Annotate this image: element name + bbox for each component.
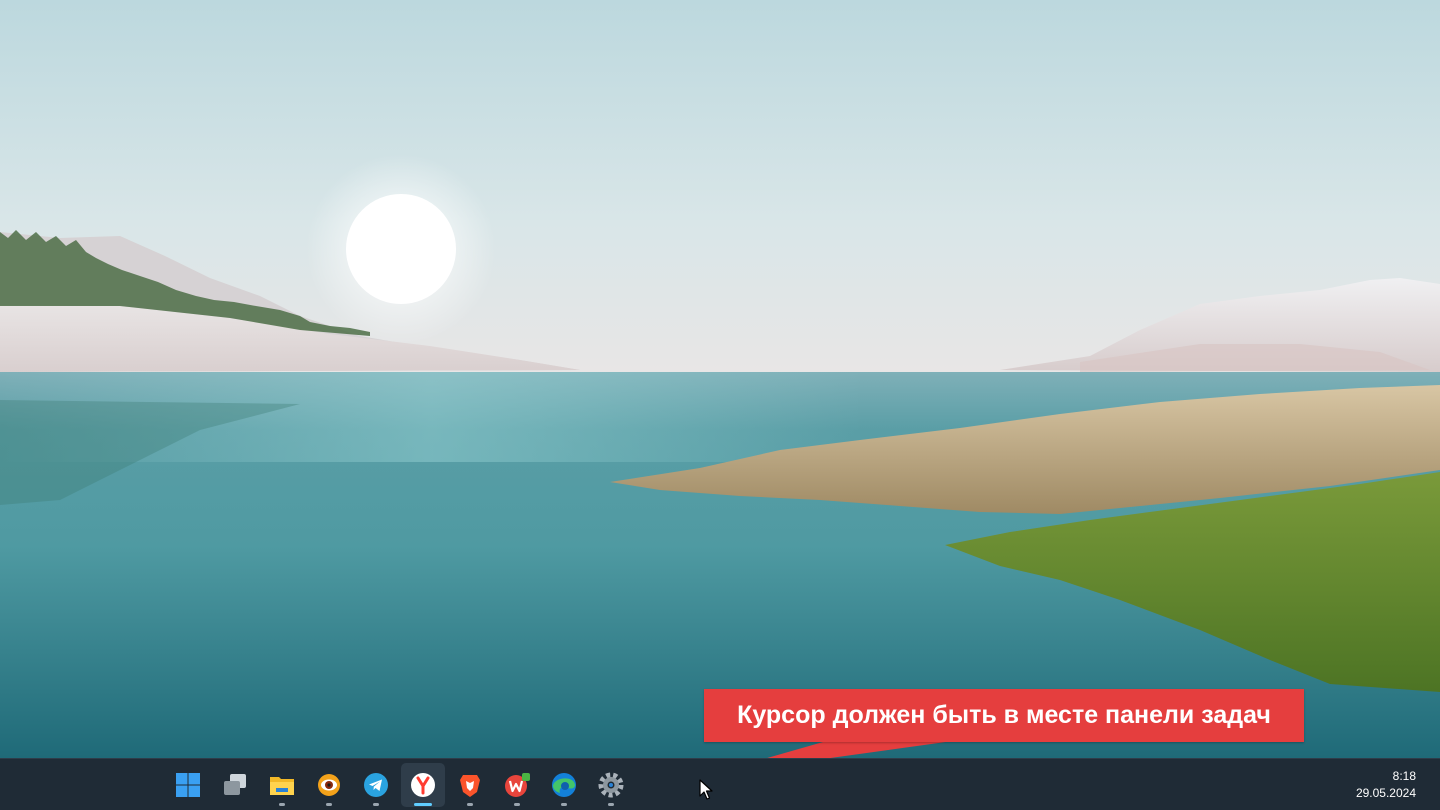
- wps-office-icon: [504, 773, 530, 797]
- task-view-button[interactable]: [213, 763, 257, 807]
- running-indicator: [607, 803, 614, 806]
- desktop[interactable]: [0, 0, 1440, 758]
- taskbar-app-xnview[interactable]: [307, 763, 351, 807]
- folder-icon: [269, 777, 294, 795]
- taskbar-apps: [164, 759, 634, 810]
- mouse-pointer-icon: [699, 779, 713, 800]
- system-clock[interactable]: 8:18 29.05.2024: [1336, 768, 1416, 802]
- clock-date: 29.05.2024: [1355, 786, 1416, 800]
- taskbar-app-settings[interactable]: [589, 763, 633, 807]
- yandex-browser-icon: [410, 773, 435, 797]
- running-indicator: [466, 803, 473, 806]
- taskbar-app-wps-office[interactable]: [495, 763, 539, 807]
- windows-start-icon: [175, 773, 200, 797]
- eye-viewer-icon: [317, 774, 340, 796]
- start-button[interactable]: [166, 763, 210, 807]
- running-indicator: [513, 803, 520, 806]
- desktop-wallpaper: [0, 0, 1440, 758]
- gear-icon: [598, 772, 623, 798]
- taskbar[interactable]: 8:18 29.05.2024: [0, 758, 1440, 810]
- running-indicator: [560, 803, 567, 806]
- running-indicator: [372, 803, 379, 806]
- edge-icon: [551, 773, 576, 797]
- taskbar-app-brave[interactable]: [448, 763, 492, 807]
- telegram-icon: [363, 773, 388, 797]
- running-indicator: [278, 803, 285, 806]
- active-indicator: [413, 803, 432, 806]
- taskbar-app-file-explorer[interactable]: [260, 763, 304, 807]
- brave-lion-icon: [459, 775, 480, 797]
- clock-time: 8:18: [1392, 769, 1416, 783]
- running-indicator: [325, 803, 332, 806]
- annotation-callout: Курсор должен быть в месте панели задач: [704, 689, 1304, 742]
- taskbar-app-telegram[interactable]: [354, 763, 398, 807]
- taskbar-app-edge[interactable]: [542, 763, 586, 807]
- task-view-icon: [223, 774, 246, 795]
- taskbar-app-yandex-browser[interactable]: [400, 763, 445, 807]
